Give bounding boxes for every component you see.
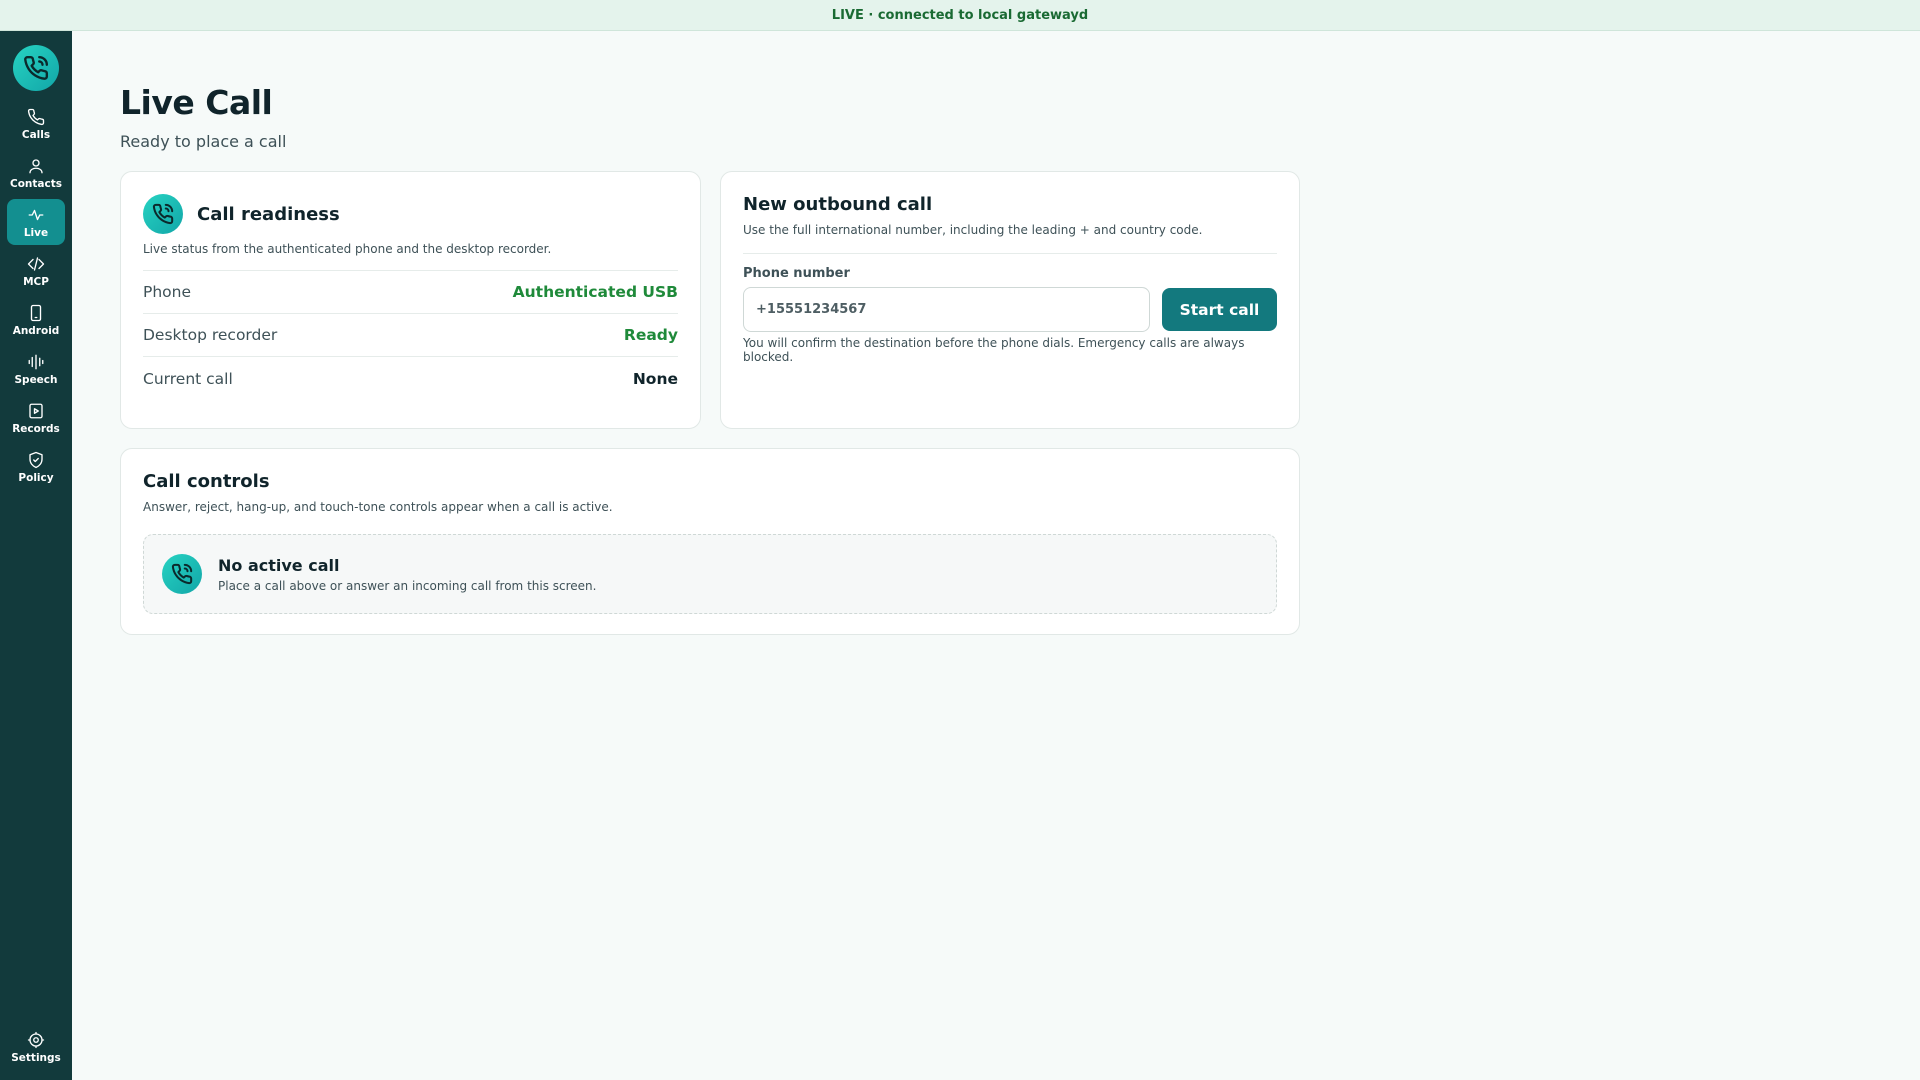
- nav-item-contacts[interactable]: Contacts: [7, 150, 65, 196]
- call-controls-card: Call controls Answer, reject, hang-up, a…: [120, 448, 1300, 635]
- nav-label-mcp: MCP: [23, 275, 49, 288]
- nav-label-live: Live: [23, 226, 49, 239]
- page-title: Live Call: [120, 83, 273, 122]
- phone-call-icon: [162, 554, 202, 594]
- readiness-row-desktop-recorder: Desktop recorder Ready: [143, 314, 678, 357]
- phone-number-label: Phone number: [743, 266, 850, 281]
- call-readiness-card: Call readiness Live status from the auth…: [120, 171, 701, 429]
- user-icon: [29, 158, 43, 173]
- no-active-call-box: No active call Place a call above or ans…: [143, 534, 1277, 614]
- call-controls-description: Answer, reject, hang-up, and touch-tone …: [143, 500, 613, 514]
- nav-item-android[interactable]: Android: [7, 297, 65, 343]
- nav-label-android: Android: [12, 324, 60, 337]
- call-readiness-description: Live status from the authenticated phone…: [143, 242, 552, 256]
- call-readiness-title: Call readiness: [197, 203, 340, 225]
- nav-label-records: Records: [12, 422, 60, 435]
- phone-call-icon: [143, 194, 183, 234]
- mobile-icon: [30, 304, 42, 321]
- nav-item-calls[interactable]: Calls: [7, 101, 65, 147]
- no-active-call-text: No active call Place a call above or ans…: [218, 556, 596, 593]
- nav-label-contacts: Contacts: [10, 177, 62, 190]
- readiness-value: Ready: [623, 326, 678, 344]
- connection-status-bar: LIVE · connected to local gatewayd: [0, 0, 1920, 31]
- no-active-call-description: Place a call above or answer an incoming…: [218, 578, 597, 593]
- phone-input-row: Start call: [743, 287, 1277, 332]
- main-content: Live Call Ready to place a call Call rea…: [120, 31, 1300, 635]
- nav-label-calls: Calls: [21, 128, 51, 141]
- readiness-label: Current call: [143, 369, 233, 388]
- phone-icon: [27, 108, 45, 125]
- outbound-title: New outbound call: [743, 194, 933, 215]
- nav-label-settings: Settings: [11, 1051, 61, 1064]
- readiness-status-list: Phone Authenticated USB Desktop recorder…: [143, 270, 678, 400]
- nav-label-policy: Policy: [18, 471, 54, 484]
- outbound-divider: [743, 253, 1277, 254]
- waveform-icon: [28, 354, 44, 369]
- nav-item-settings[interactable]: Settings: [7, 1024, 65, 1070]
- nav-item-policy[interactable]: Policy: [7, 444, 65, 490]
- outbound-description: Use the full international number, inclu…: [743, 223, 1203, 237]
- nav-item-live[interactable]: Live: [7, 199, 65, 245]
- pulse-icon: [28, 209, 44, 220]
- readiness-label: Phone: [143, 283, 192, 301]
- shield-check-icon: [29, 451, 43, 468]
- phone-call-icon: [24, 55, 49, 80]
- outbound-hint: You will confirm the destination before …: [743, 336, 1245, 364]
- readiness-row-phone: Phone Authenticated USB: [143, 271, 678, 314]
- nav-item-mcp[interactable]: MCP: [7, 248, 65, 294]
- phone-number-input[interactable]: [743, 287, 1150, 332]
- page-subtitle: Ready to place a call: [120, 132, 287, 151]
- nav-item-records[interactable]: Records: [7, 395, 65, 441]
- sidebar: Calls Contacts Live MCP Android Speech R…: [0, 31, 72, 1080]
- code-icon: [27, 256, 45, 271]
- call-controls-title: Call controls: [143, 471, 270, 492]
- readiness-row-current-call: Current call None: [143, 357, 678, 400]
- call-readiness-header: Call readiness: [143, 194, 678, 234]
- no-active-call-title: No active call: [218, 555, 340, 575]
- connection-status-text: LIVE · connected to local gatewayd: [831, 7, 1089, 23]
- play-file-icon: [29, 403, 43, 418]
- readiness-label: Desktop recorder: [143, 326, 278, 344]
- nav-item-speech[interactable]: Speech: [7, 346, 65, 392]
- gear-icon: [27, 1031, 45, 1048]
- start-call-button[interactable]: Start call: [1162, 288, 1277, 331]
- readiness-value: None: [632, 369, 678, 388]
- nav-label-speech: Speech: [14, 373, 58, 386]
- readiness-value: Authenticated USB: [512, 283, 678, 301]
- app-logo[interactable]: [13, 45, 59, 91]
- new-outbound-call-card: New outbound call Use the full internati…: [720, 171, 1300, 429]
